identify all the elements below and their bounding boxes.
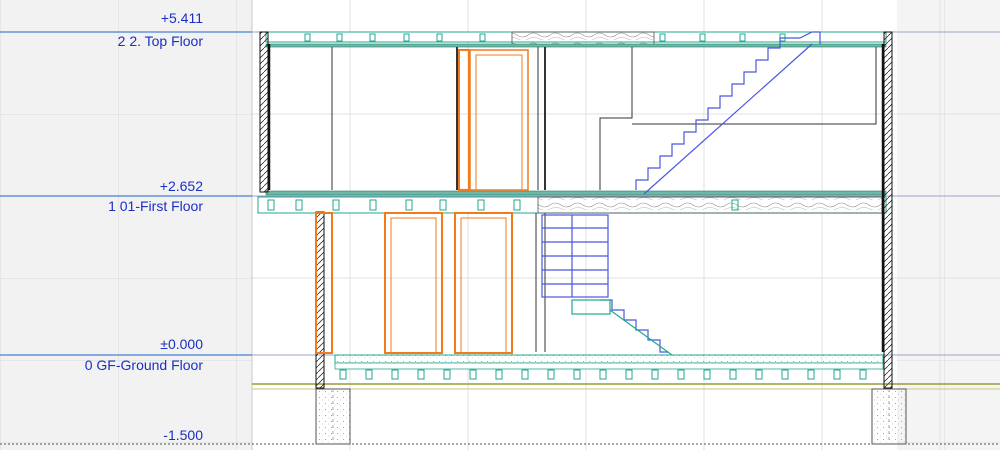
roof-slab: [265, 31, 887, 48]
ground-floor-slab: [334, 354, 884, 370]
level-name-ground[interactable]: 0 GF-Ground Floor: [85, 357, 203, 373]
section-view-canvas[interactable]: +5.411 2 2. Top Floor +2.652 1 01-First …: [0, 0, 1000, 450]
door-ground-3: [454, 212, 513, 354]
level-elevation-first: +2.652: [159, 178, 203, 194]
lower-stair: [541, 214, 668, 353]
first-floor-slab: [257, 190, 887, 214]
level-name-top[interactable]: 2 2. Top Floor: [118, 33, 203, 49]
section-drawing[interactable]: [0, 0, 1000, 450]
upper-stair: [635, 31, 821, 195]
ground-joists: [339, 369, 867, 380]
foundations: [315, 388, 907, 445]
level-elevation-ground: ±0.000: [160, 336, 203, 352]
level-elevation-foundation: -1.500: [163, 427, 203, 443]
level-name-first[interactable]: 1 01-First Floor: [108, 198, 203, 214]
level-elevation-top: +5.411: [160, 10, 203, 26]
door-ground-2: [384, 212, 443, 354]
lower-stair-landing: [571, 299, 673, 356]
